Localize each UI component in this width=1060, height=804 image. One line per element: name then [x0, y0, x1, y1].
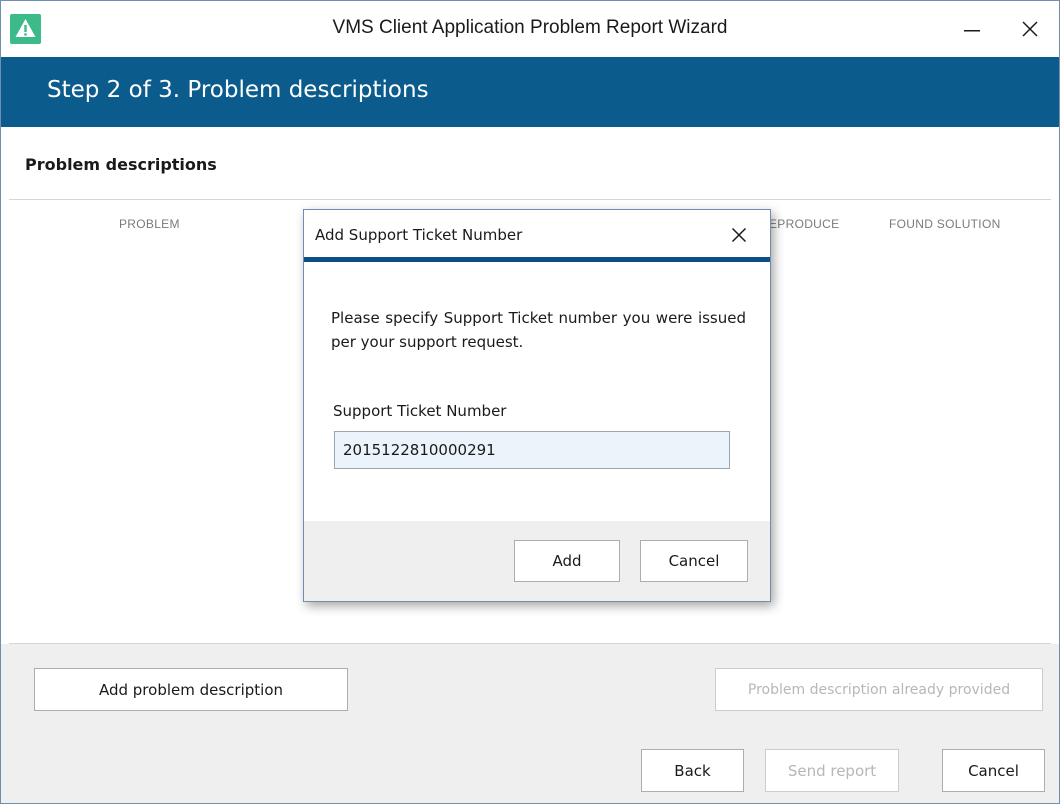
title-bar[interactable]: VMS Client Application Problem Report Wi… [1, 1, 1059, 57]
problem-report-wizard-window: VMS Client Application Problem Report Wi… [0, 0, 1060, 804]
dialog-header[interactable]: Add Support Ticket Number [304, 210, 770, 256]
close-icon [1022, 21, 1038, 37]
cancel-button[interactable]: Cancel [942, 749, 1045, 792]
dialog-message: Please specify Support Ticket number you… [331, 309, 746, 351]
step-header: Step 2 of 3. Problem descriptions [1, 57, 1059, 127]
dialog-title: Add Support Ticket Number [315, 226, 523, 244]
section-title: Problem descriptions [25, 155, 217, 174]
dialog-close-button[interactable] [724, 222, 754, 248]
dialog-accent-rule [304, 257, 770, 262]
add-problem-description-button[interactable]: Add problem description [34, 668, 348, 711]
minimize-button[interactable] [949, 9, 995, 49]
problem-description-already-provided-button[interactable]: Problem description already provided [715, 668, 1043, 711]
close-icon [731, 227, 747, 243]
step-title: Step 2 of 3. Problem descriptions [47, 77, 429, 103]
column-header-found-solution[interactable]: FOUND SOLUTION [889, 217, 1001, 231]
add-button[interactable]: Add [514, 540, 620, 582]
send-report-button[interactable]: Send report [765, 749, 899, 792]
close-window-button[interactable] [1007, 9, 1053, 49]
window-title: VMS Client Application Problem Report Wi… [332, 17, 728, 38]
column-header-reproduce[interactable]: EPRODUCE [769, 217, 839, 231]
add-support-ticket-dialog: Add Support Ticket Number Please specify… [303, 209, 771, 602]
support-ticket-label: Support Ticket Number [333, 402, 507, 420]
dialog-cancel-button[interactable]: Cancel [640, 540, 748, 582]
column-header-problem[interactable]: PROBLEM [119, 217, 180, 231]
minimize-icon [964, 30, 980, 32]
support-ticket-input[interactable] [334, 431, 730, 469]
back-button[interactable]: Back [641, 749, 744, 792]
